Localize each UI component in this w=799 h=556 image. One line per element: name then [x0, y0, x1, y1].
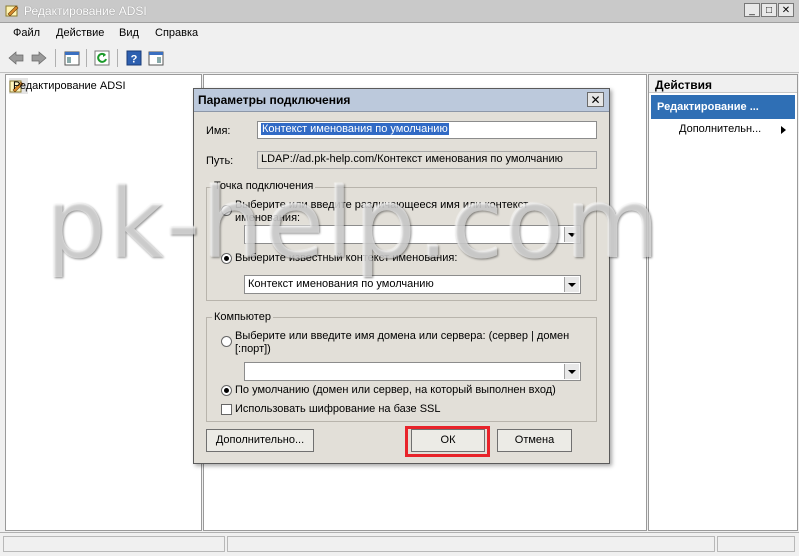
menu-file[interactable]: Файл — [13, 27, 40, 39]
console-tree-pane: Редактирование ADSI — [5, 74, 202, 531]
ok-highlight-frame — [405, 426, 490, 457]
name-input[interactable]: Контекст именования по умолчанию — [257, 121, 597, 139]
connection-point-group-label: Точка подключения — [212, 180, 316, 192]
path-field: LDAP://ad.pk-help.com/Контекст именовани… — [257, 151, 597, 169]
refresh-icon[interactable] — [92, 48, 112, 68]
status-cell — [3, 536, 225, 552]
close-button[interactable]: ✕ — [778, 3, 794, 17]
minimize-button[interactable]: _ — [744, 3, 760, 17]
advanced-button[interactable]: Дополнительно... — [206, 429, 314, 452]
status-bar — [0, 532, 799, 556]
select-domain-radio[interactable] — [221, 336, 232, 347]
connection-settings-dialog: Параметры подключения ✕ Имя: Контекст им… — [193, 88, 610, 464]
default-domain-radio-label: По умолчанию (домен или сервер, на котор… — [235, 384, 556, 396]
default-domain-radio[interactable] — [221, 385, 232, 396]
distinguished-name-combobox[interactable] — [244, 225, 581, 244]
known-context-selected: Контекст именования по умолчанию — [248, 278, 434, 290]
menu-bar: Файл Действие Вид Справка — [0, 23, 799, 43]
domain-server-combobox[interactable] — [244, 362, 581, 381]
tree-item-label: Редактирование ADSI — [13, 80, 126, 92]
dropdown-arrow-icon[interactable] — [564, 277, 579, 292]
toolbar-separator — [55, 49, 56, 67]
toolbar-separator — [117, 49, 118, 67]
dialog-title: Параметры подключения — [198, 93, 351, 107]
dropdown-arrow-icon[interactable] — [564, 364, 579, 379]
dialog-title-bar: Параметры подключения ✕ — [194, 89, 609, 112]
show-hide-action-pane-icon[interactable] — [146, 48, 166, 68]
dialog-close-icon[interactable]: ✕ — [587, 92, 604, 107]
path-label: Путь: — [206, 155, 234, 167]
actions-pane: Действия Редактирование ... Дополнительн… — [648, 74, 798, 531]
status-cell — [717, 536, 795, 552]
ssl-checkbox[interactable] — [221, 404, 232, 415]
submenu-arrow-icon — [781, 126, 786, 134]
menu-help[interactable]: Справка — [155, 27, 198, 39]
maximize-button[interactable]: □ — [761, 3, 777, 17]
known-context-radio-label: Выберите известный контекст именования: — [235, 252, 458, 264]
known-context-radio[interactable] — [221, 253, 232, 264]
computer-group-label: Компьютер — [212, 311, 273, 323]
cancel-button[interactable]: Отмена — [497, 429, 572, 452]
menu-view[interactable]: Вид — [119, 27, 139, 39]
forward-arrow-icon[interactable] — [29, 48, 49, 68]
status-cell — [227, 536, 715, 552]
title-bar: Редактирование ADSI _ □ ✕ — [0, 0, 799, 23]
ssl-checkbox-label: Использовать шифрование на базе SSL — [235, 403, 441, 415]
actions-header: Действия — [649, 75, 797, 93]
actions-more-item[interactable]: Дополнительн... — [679, 123, 761, 135]
distinguished-name-radio-label: Выберите или введите различающееся имя и… — [235, 199, 529, 224]
help-icon[interactable]: ? — [124, 48, 144, 68]
adsi-edit-app-icon — [5, 5, 19, 17]
name-input-value: Контекст именования по умолчанию — [261, 123, 449, 135]
actions-section-header[interactable]: Редактирование ... — [651, 95, 795, 119]
toolbar-separator — [86, 49, 87, 67]
back-arrow-icon[interactable] — [6, 48, 26, 68]
window-title: Редактирование ADSI — [24, 4, 147, 18]
show-hide-tree-icon[interactable] — [62, 48, 82, 68]
distinguished-name-radio[interactable] — [221, 205, 232, 216]
dropdown-arrow-icon[interactable] — [564, 227, 579, 242]
svg-text:?: ? — [131, 54, 138, 66]
name-label: Имя: — [206, 125, 231, 137]
menu-action[interactable]: Действие — [56, 27, 104, 39]
tree-item-adsi-edit[interactable]: Редактирование ADSI — [9, 78, 126, 94]
toolbar: ? — [0, 44, 799, 73]
select-domain-radio-label: Выберите или введите имя домена или серв… — [235, 330, 570, 355]
known-context-combobox[interactable]: Контекст именования по умолчанию — [244, 275, 581, 294]
